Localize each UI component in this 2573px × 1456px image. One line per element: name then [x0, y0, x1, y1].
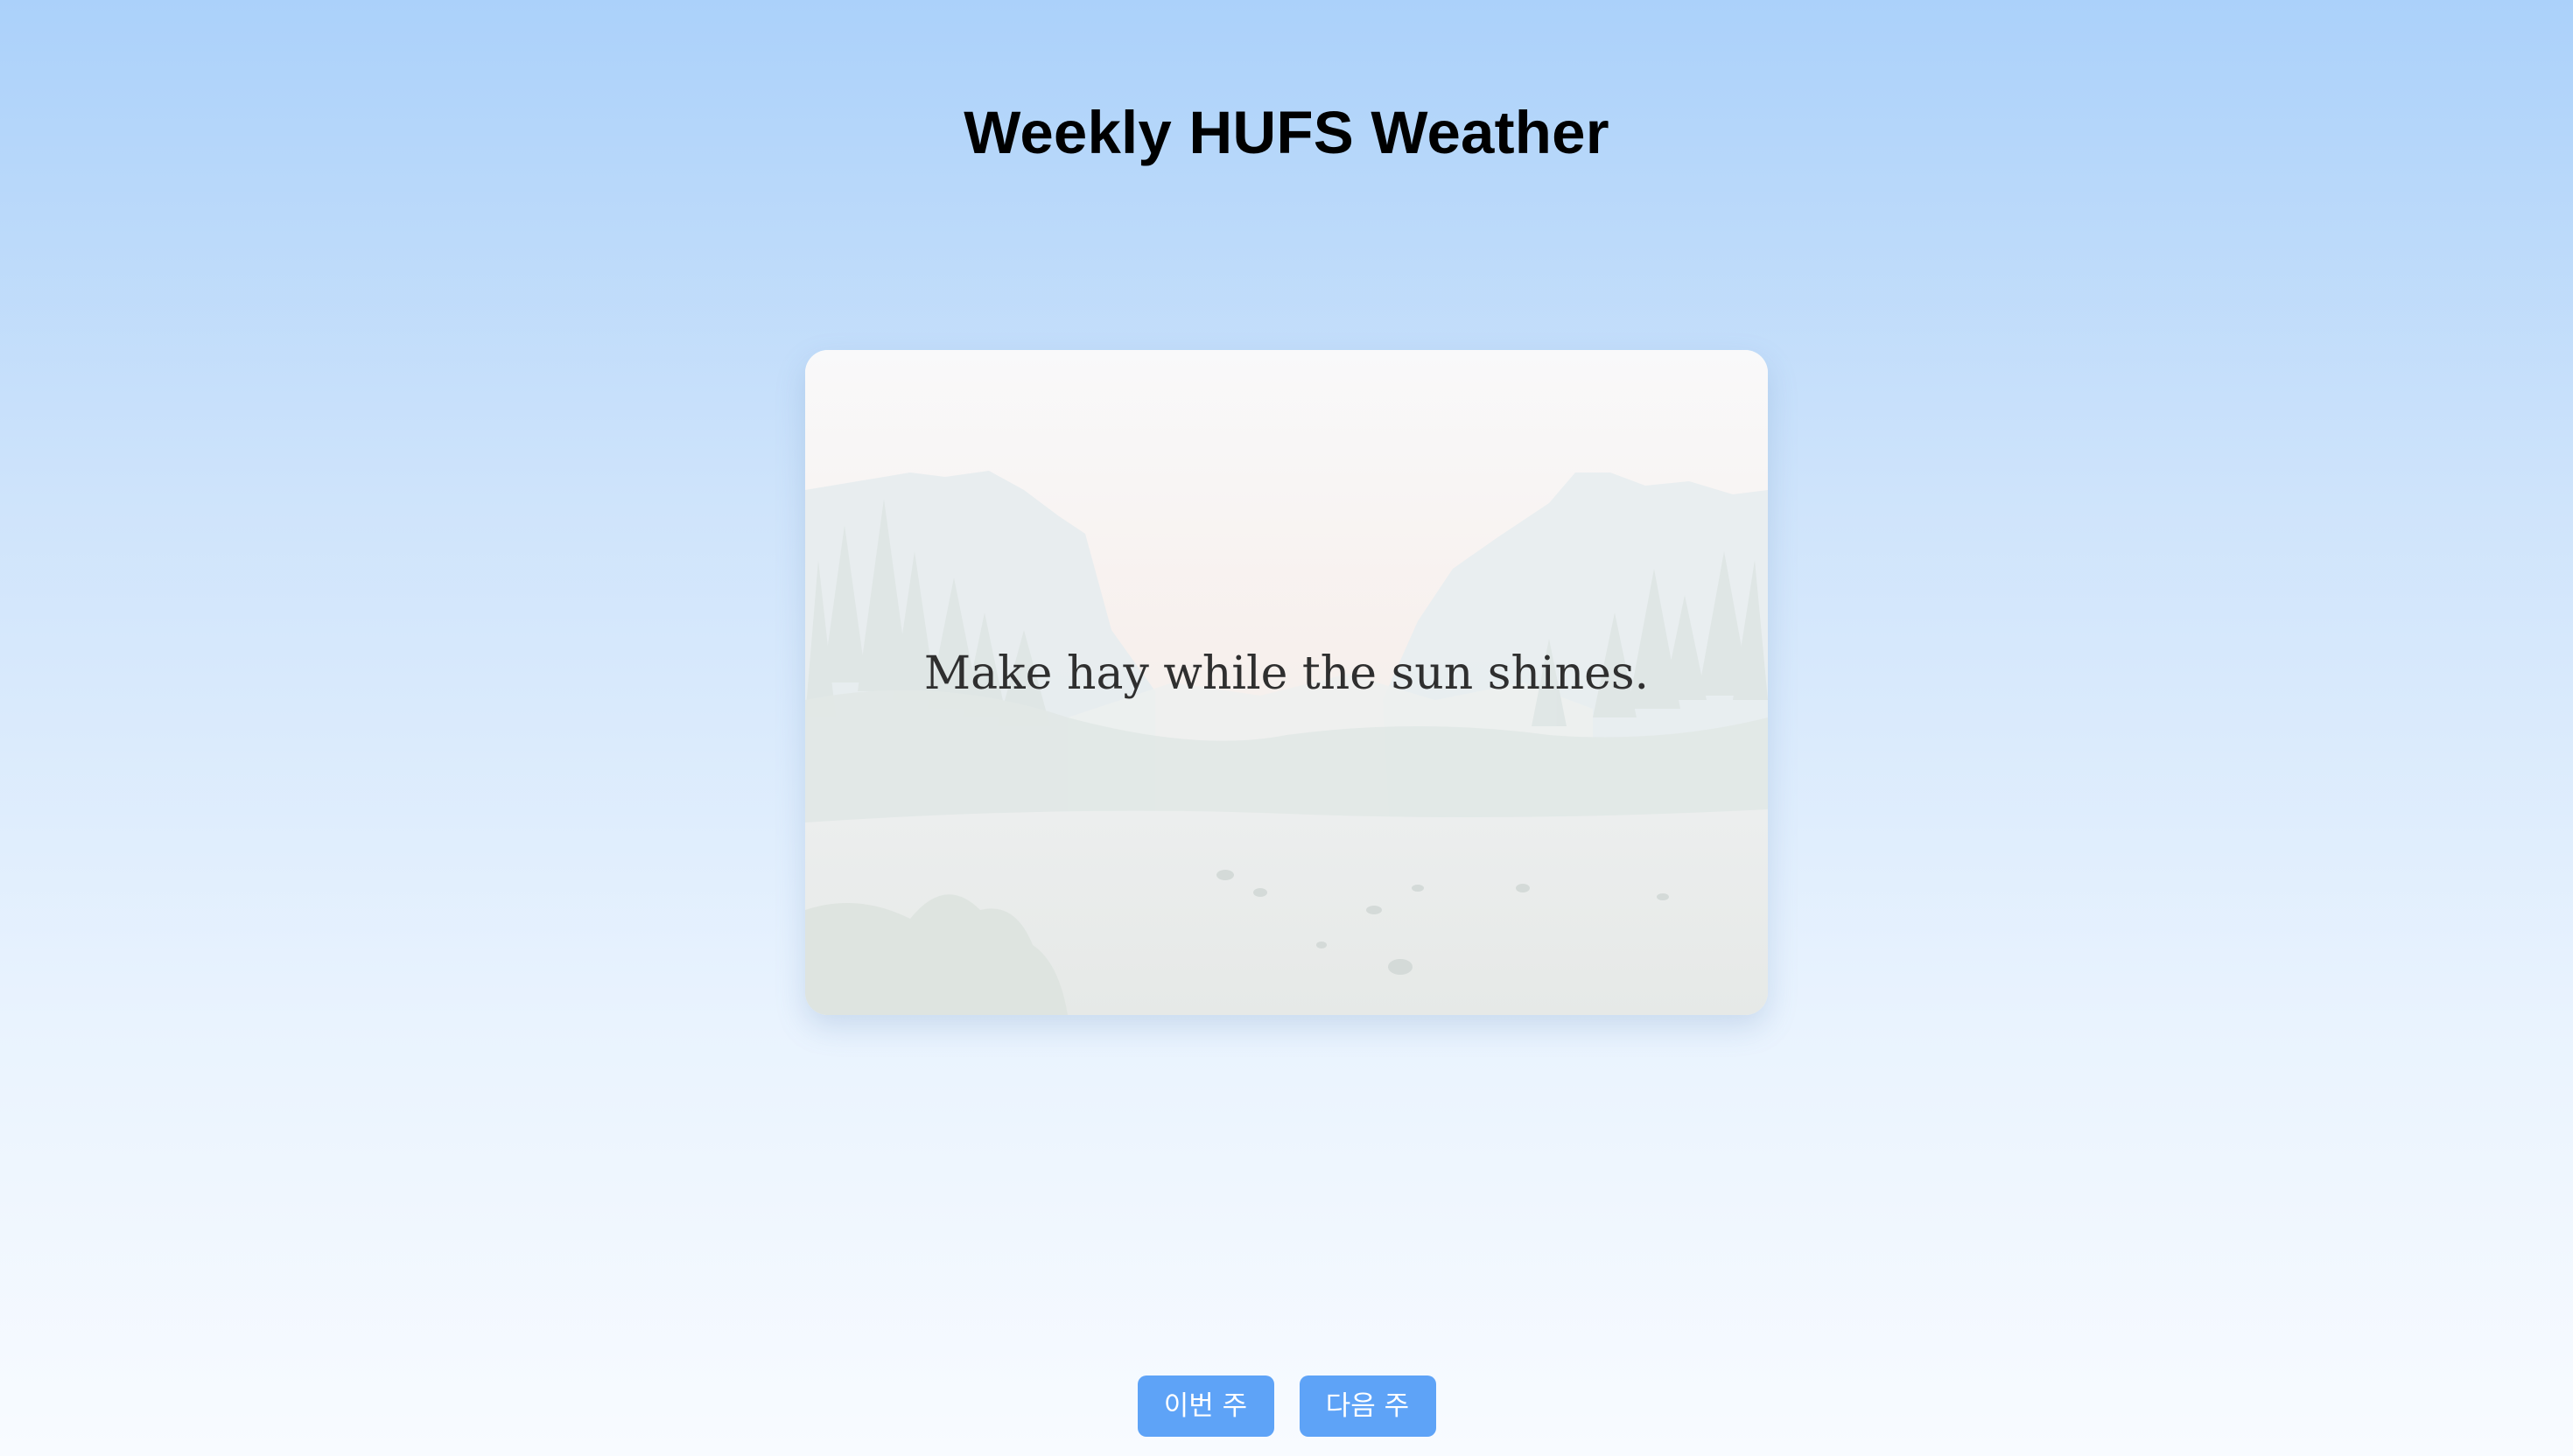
quote-text: Make hay while the sun shines. [923, 648, 1650, 700]
this-week-button[interactable]: 이번 주 [1137, 1376, 1274, 1437]
week-navigation: 이번 주 다음 주 [0, 1376, 2573, 1437]
quote-card: Make hay while the sun shines. [805, 350, 1768, 1015]
next-week-button[interactable]: 다음 주 [1299, 1376, 1436, 1437]
page-title: Weekly HUFS Weather [964, 99, 1609, 166]
